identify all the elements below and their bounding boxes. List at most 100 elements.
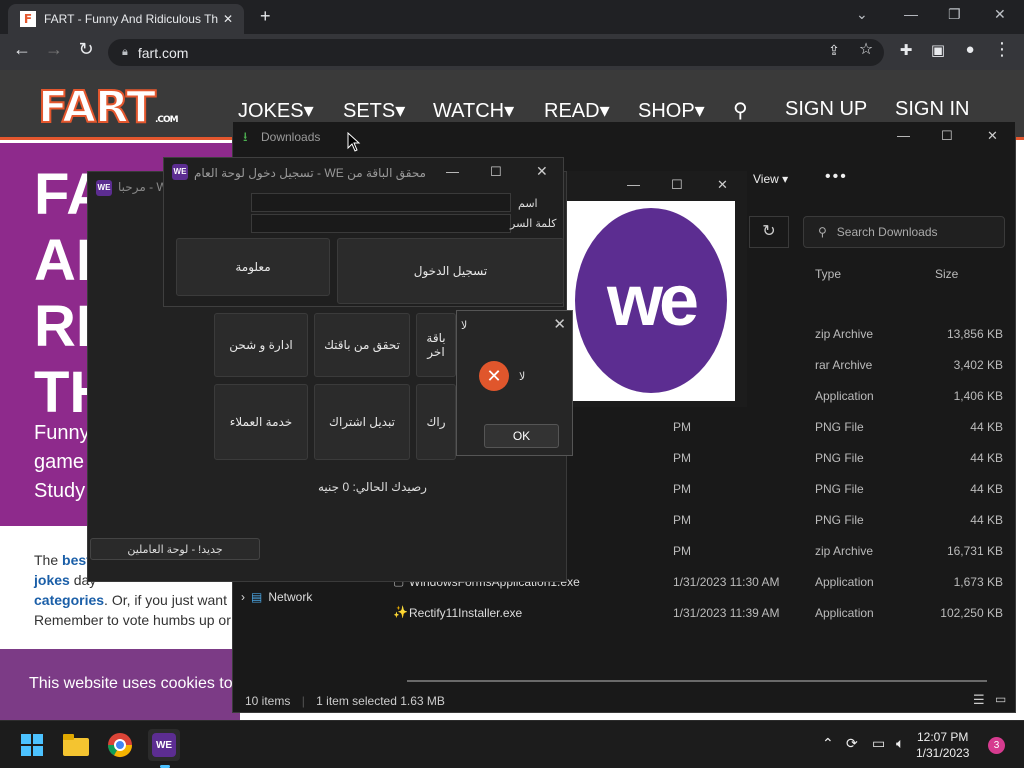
file-explorer-icon[interactable] — [60, 729, 92, 761]
start-windows-icon[interactable] — [16, 729, 48, 761]
check-package-button[interactable]: تحقق من باقتك — [314, 313, 410, 377]
restore-icon[interactable]: ❐ — [948, 6, 961, 23]
error-icon: ✕ — [479, 361, 509, 391]
file-name: Rectify11Installer.exe — [409, 606, 523, 620]
forward-icon[interactable]: → — [42, 39, 66, 60]
nav-jokes[interactable]: JOKES▾ — [238, 98, 314, 123]
tab-title: FART - Funny And Ridiculous Thi — [44, 12, 218, 26]
nav-sign-up[interactable]: SIGN UP — [785, 98, 867, 121]
categories-link[interactable]: categories — [34, 592, 104, 608]
volume-icon[interactable]: 🔈︎ — [896, 735, 904, 752]
body-text: Remember to vote humbs up or — [34, 612, 231, 628]
status-bar: 10 items | 1 item selected 1.63 MB — [245, 694, 445, 708]
file-date: PM — [673, 420, 691, 434]
login-title: محقق الباقة من WE - تسجيل دخول لوحة العا… — [194, 166, 426, 180]
update-icon[interactable]: ⟳ — [846, 735, 858, 752]
explorer-maximize-icon[interactable]: ☐ — [941, 128, 953, 144]
viewer-close-icon[interactable]: ✕ — [717, 177, 728, 193]
new-tab-button[interactable]: + — [260, 6, 271, 27]
share-icon[interactable]: ⇪ — [822, 42, 846, 59]
nav-watch[interactable]: WATCH▾ — [433, 98, 514, 123]
more-options-icon[interactable]: ••• — [825, 168, 848, 186]
we-app-icon: WE — [172, 164, 188, 180]
file-row[interactable]: ✨ Rectify11Installer.exe 1/31/2023 11:39 A… — [393, 597, 1003, 628]
manage-recharge-button[interactable]: ادارة و شحن — [214, 313, 308, 377]
explorer-minimize-icon[interactable]: — — [897, 128, 910, 143]
login-maximize-icon[interactable]: ☐ — [490, 164, 502, 180]
nav-sets[interactable]: SETS▾ — [343, 98, 405, 123]
view-menu-button[interactable]: View ▾ — [753, 172, 788, 186]
close-window-icon[interactable]: ✕ — [994, 6, 1006, 23]
explorer-close-icon[interactable]: ✕ — [987, 128, 998, 144]
info-button[interactable]: معلومة — [176, 238, 330, 296]
login-minimize-icon[interactable]: — — [446, 164, 459, 179]
tiles-view-icon[interactable]: ▭ — [995, 692, 1006, 706]
refresh-icon[interactable]: ↻ — [749, 216, 789, 248]
back-icon[interactable]: ← — [10, 39, 34, 60]
file-type: Application — [815, 575, 874, 589]
username-field[interactable] — [251, 193, 511, 212]
jokes-link[interactable]: jokes — [34, 572, 70, 588]
customer-service-button[interactable]: خدمة العملاء — [214, 384, 308, 460]
minimize-icon[interactable]: — — [904, 6, 918, 22]
file-size: 16,731 KB — [946, 544, 1003, 558]
download-icon: ⭳ — [243, 129, 248, 144]
chrome-icon[interactable] — [104, 729, 136, 761]
side-panel-icon[interactable]: ▣ — [926, 41, 950, 59]
search-downloads-input[interactable]: ⚲ Search Downloads — [803, 216, 1005, 248]
file-size: 1,406 KB — [953, 389, 1003, 403]
login-close-icon[interactable]: ✕ — [536, 163, 548, 180]
profile-icon[interactable]: ● — [958, 41, 982, 58]
msgbox-close-icon[interactable]: ✕ — [553, 315, 566, 333]
file-size: 44 KB — [970, 513, 1003, 527]
explorer-title: Downloads — [261, 130, 321, 144]
file-type: Application — [815, 389, 874, 403]
notification-badge[interactable]: 3 — [988, 737, 1005, 754]
show-hidden-icons[interactable]: ⌃ — [822, 735, 834, 752]
we-taskbar-label: WE — [152, 733, 176, 757]
bookmark-star-icon[interactable]: ☆ — [854, 39, 878, 59]
tab-search-icon[interactable]: ⌄ — [856, 6, 868, 23]
ok-button[interactable]: OK — [484, 424, 559, 448]
address-bar[interactable]: 🔒︎ fart.com — [108, 39, 884, 66]
nav-network[interactable]: › ▤ Network — [241, 590, 312, 604]
msgbox-title: لا — [461, 320, 468, 332]
file-size: 1,673 KB — [953, 575, 1003, 589]
column-type[interactable]: Type — [815, 267, 841, 281]
nav-shop[interactable]: SHOP▾ — [638, 98, 705, 123]
viewer-maximize-icon[interactable]: ☐ — [671, 177, 683, 193]
details-view-icon[interactable]: ☰ — [973, 692, 985, 708]
file-type: PNG File — [815, 451, 864, 465]
employees-panel-button[interactable]: جديد! - لوحة العاملين — [90, 538, 260, 560]
site-search-icon[interactable]: ⚲ — [733, 98, 748, 123]
horizontal-scrollbar[interactable] — [407, 680, 987, 682]
url-text: fart.com — [137, 44, 189, 61]
menu-icon[interactable]: ⋮ — [990, 39, 1014, 60]
lock-icon: 🔒︎ — [122, 46, 128, 58]
password-field[interactable] — [251, 214, 511, 233]
subscribe-button[interactable]: راك — [416, 384, 456, 460]
nav-sign-in[interactable]: SIGN IN — [895, 98, 969, 121]
browser-tab[interactable]: F FART - Funny And Ridiculous Thi ✕ — [8, 4, 244, 34]
column-size[interactable]: Size — [935, 267, 958, 281]
close-tab-icon[interactable]: ✕ — [218, 12, 238, 26]
we-app-icon: WE — [96, 180, 112, 196]
login-button[interactable]: تسجيل الدخول — [337, 238, 564, 304]
file-type: zip Archive — [815, 544, 874, 558]
change-subscription-button[interactable]: تبديل اشتراك — [314, 384, 410, 460]
nav-read[interactable]: READ▾ — [544, 98, 610, 123]
browser-tab-strip: F FART - Funny And Ridiculous Thi ✕ + ⌄ … — [0, 0, 1024, 34]
site-logo[interactable]: FART.COM — [37, 81, 179, 134]
viewer-minimize-icon[interactable]: — — [627, 177, 640, 192]
file-type: PNG File — [815, 513, 864, 527]
file-size: 102,250 KB — [940, 606, 1003, 620]
file-type: Application — [815, 606, 874, 620]
clock[interactable]: 12:07 PM 1/31/2023 — [916, 729, 969, 761]
network-tray-icon[interactable]: ▭ — [872, 735, 885, 752]
we-app-taskbar-icon[interactable]: WE — [148, 729, 180, 761]
package-button[interactable]: باقة اخر — [416, 313, 456, 377]
chevron-right-icon[interactable]: › — [241, 590, 245, 604]
extensions-icon[interactable]: ✚ — [894, 41, 918, 59]
file-size: 44 KB — [970, 482, 1003, 496]
reload-icon[interactable]: ↻ — [74, 39, 98, 60]
